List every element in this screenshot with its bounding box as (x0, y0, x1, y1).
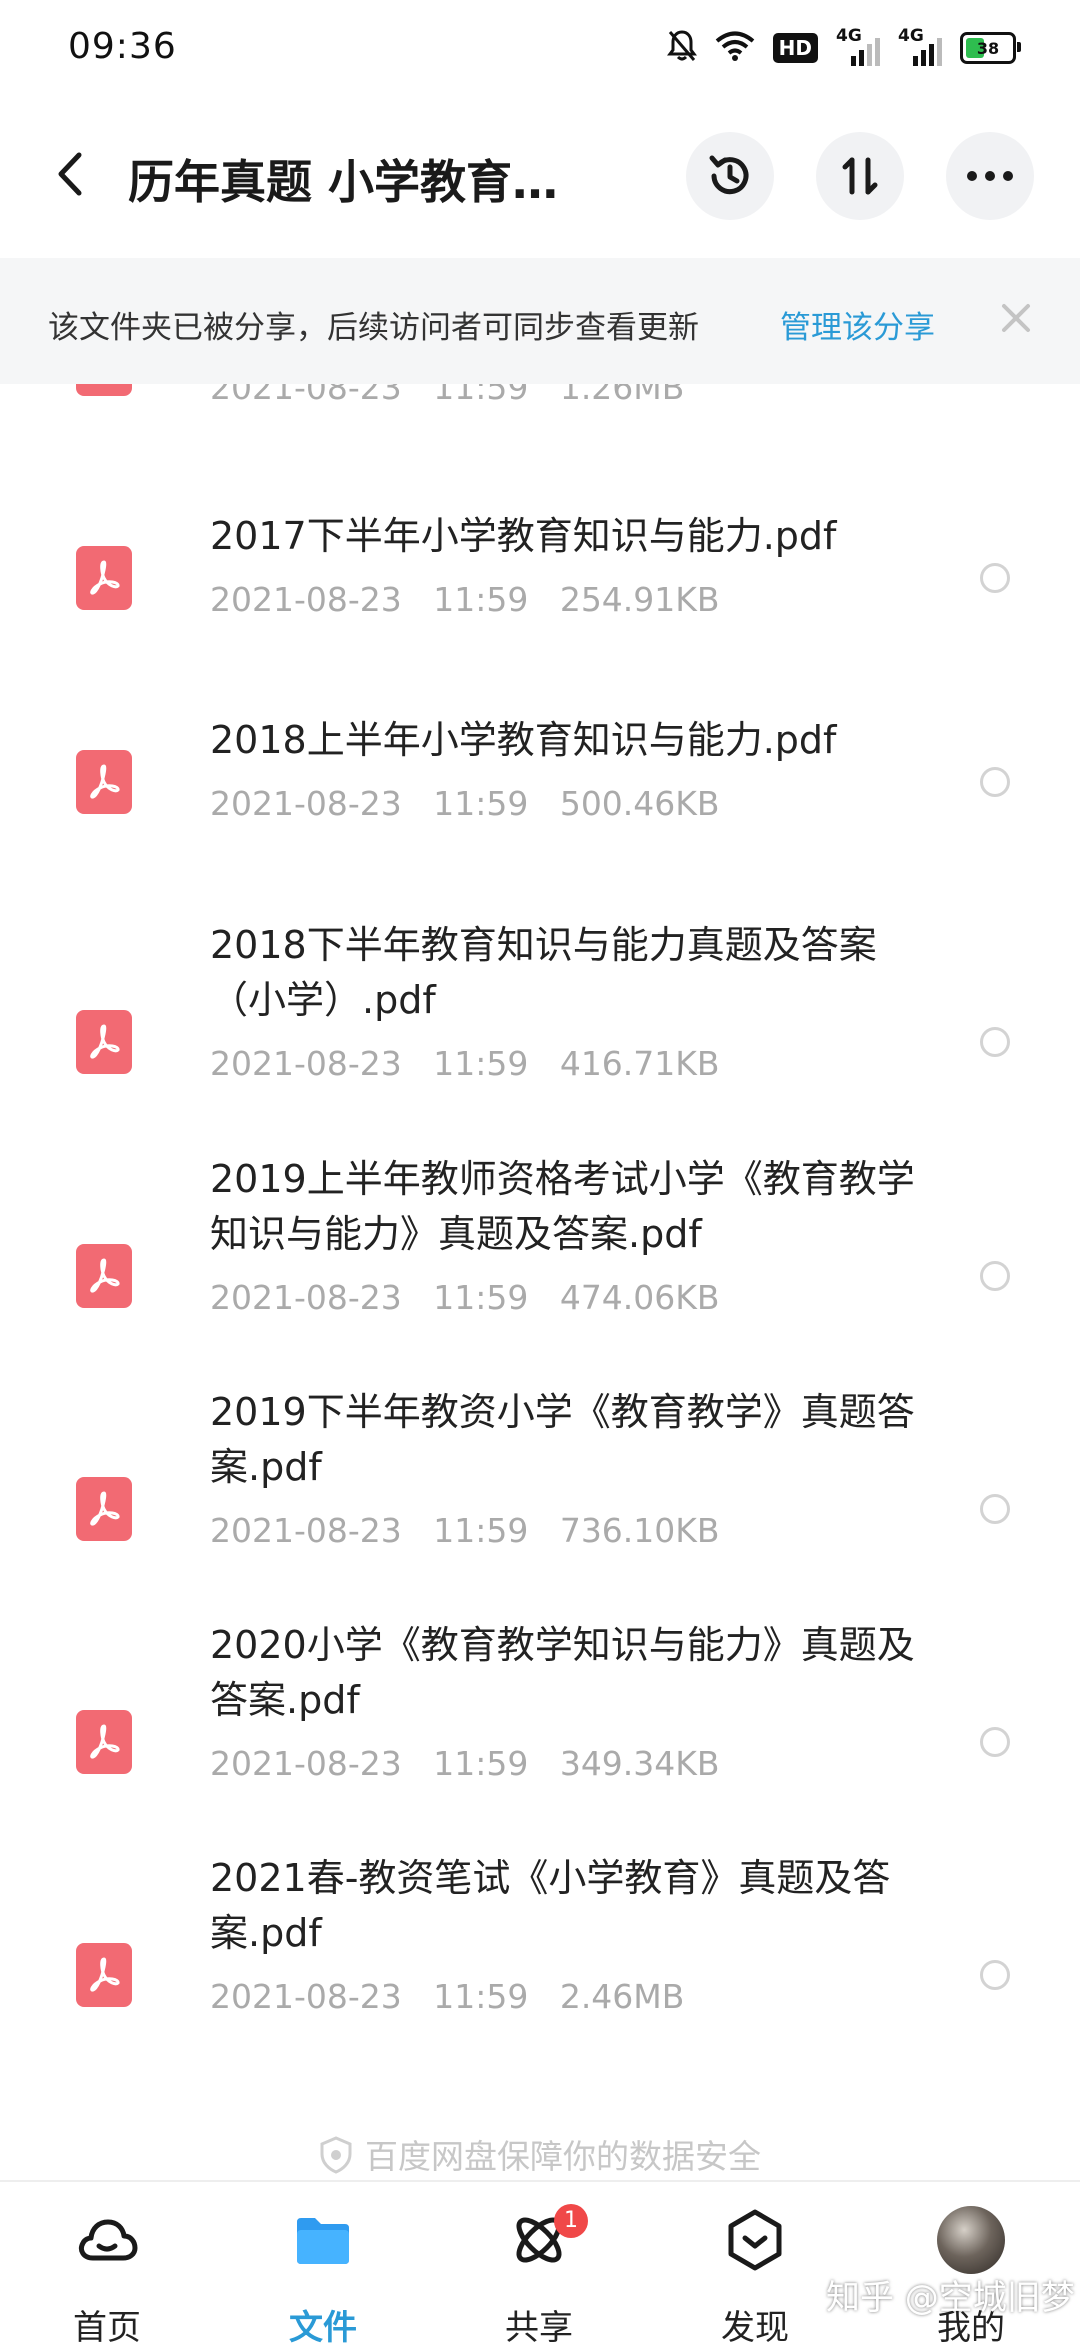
pdf-icon (76, 384, 132, 396)
select-radio[interactable] (980, 767, 1010, 797)
shield-icon (319, 2135, 353, 2182)
manage-share-link[interactable]: 管理该分享 (780, 302, 935, 347)
bell-off-icon (666, 29, 697, 67)
watermark: 知乎 @空城旧梦 (826, 2278, 1075, 2318)
file-name: 2018下半年教育知识与能力真题及答案（小学）.pdf (210, 923, 877, 1022)
pdf-icon (76, 1710, 132, 1774)
wifi-icon (715, 30, 755, 66)
security-note-text: 百度网盘保障你的数据安全 (365, 2137, 761, 2176)
file-name: 2019上半年教师资格考试小学《教育教学知识与能力》真题及答案.pdf (210, 1157, 915, 1256)
select-radio[interactable] (980, 563, 1010, 593)
file-list: 2021-08-23 11:59 1.26MB 2017下半年小学教育知识与能力… (0, 384, 1080, 2144)
notification-badge: 1 (554, 2204, 588, 2238)
file-meta: 2021-08-23 11:59 349.34KB (210, 1744, 720, 1783)
file-meta: 2021-08-23 11:59 254.91KB (210, 580, 720, 619)
nav-label: 首页 (73, 2308, 141, 2348)
folder-icon (297, 2218, 349, 2264)
nav-home[interactable]: 首页 (22, 2182, 192, 2348)
nav-discover[interactable]: 发现 (670, 2182, 840, 2348)
file-meta: 2021-08-23 11:59 2.46MB (210, 1977, 685, 2016)
file-name: 2018上半年小学教育知识与能力.pdf (210, 718, 837, 762)
status-bar: 09:36 HD 4G 4G 38 (0, 0, 1080, 96)
pdf-icon (76, 1477, 132, 1541)
discover-icon (728, 2209, 782, 2271)
nav-files[interactable]: 文件 (238, 2182, 408, 2348)
file-name: 2021春-教资笔试《小学教育》真题及答案.pdf (210, 1856, 891, 1955)
nav-label: 共享 (505, 2308, 573, 2348)
nav-label: 发现 (721, 2308, 789, 2348)
nav-label: 文件 (289, 2308, 357, 2348)
more-icon (967, 171, 1013, 181)
pdf-icon (76, 546, 132, 610)
pdf-icon (76, 750, 132, 814)
select-radio[interactable] (980, 1027, 1010, 1057)
avatar-icon (937, 2206, 1005, 2274)
file-meta: 2021-08-23 11:59 736.10KB (210, 1511, 720, 1550)
page-title: 历年真题 小学教育… (128, 155, 559, 209)
file-meta: 2021-08-23 11:59 416.71KB (210, 1044, 720, 1083)
status-time: 09:36 (68, 26, 177, 67)
history-icon (709, 155, 749, 195)
select-radio[interactable] (980, 1261, 1010, 1291)
signal-4g-icon: 4G (836, 26, 880, 68)
select-radio[interactable] (980, 1727, 1010, 1757)
hd-icon: HD (772, 33, 818, 63)
close-icon (1002, 304, 1030, 332)
sort-button[interactable] (816, 132, 904, 220)
select-radio[interactable] (980, 1960, 1010, 1990)
file-name: 2017下半年小学教育知识与能力.pdf (210, 514, 837, 558)
signal-4g-icon: 4G (898, 26, 942, 68)
history-button[interactable] (686, 132, 774, 220)
back-icon (58, 152, 82, 196)
share-banner-text: 该文件夹已被分享，后续访问者可同步查看更新 (48, 310, 699, 346)
file-meta: 2021-08-23 11:59 500.46KB (210, 784, 720, 823)
security-note: 百度网盘保障你的数据安全 (0, 2130, 1080, 2182)
more-button[interactable] (946, 132, 1034, 220)
home-cloud-icon (78, 2219, 138, 2261)
battery-icon: 38 (960, 32, 1021, 64)
file-meta: 2021-08-23 11:59 1.26MB (210, 384, 685, 407)
app-header: 历年真题 小学教育… (0, 120, 1080, 240)
pdf-icon (76, 1010, 132, 1074)
pdf-icon (76, 1943, 132, 2007)
close-banner-button[interactable] (996, 298, 1036, 338)
status-icons: HD 4G 4G 38 (666, 26, 1021, 70)
pdf-icon (76, 1244, 132, 1308)
nav-share[interactable]: 1 共享 (454, 2182, 624, 2348)
file-name: 2020小学《教育教学知识与能力》真题及答案.pdf (210, 1623, 915, 1722)
back-button[interactable] (40, 144, 100, 204)
file-name: 2019下半年教资小学《教育教学》真题答案.pdf (210, 1390, 915, 1489)
share-banner: 该文件夹已被分享，后续访问者可同步查看更新 管理该分享 (0, 258, 1080, 384)
sort-icon (842, 157, 878, 195)
select-radio[interactable] (980, 1494, 1010, 1524)
file-meta: 2021-08-23 11:59 474.06KB (210, 1278, 720, 1317)
battery-level: 38 (976, 38, 1000, 58)
